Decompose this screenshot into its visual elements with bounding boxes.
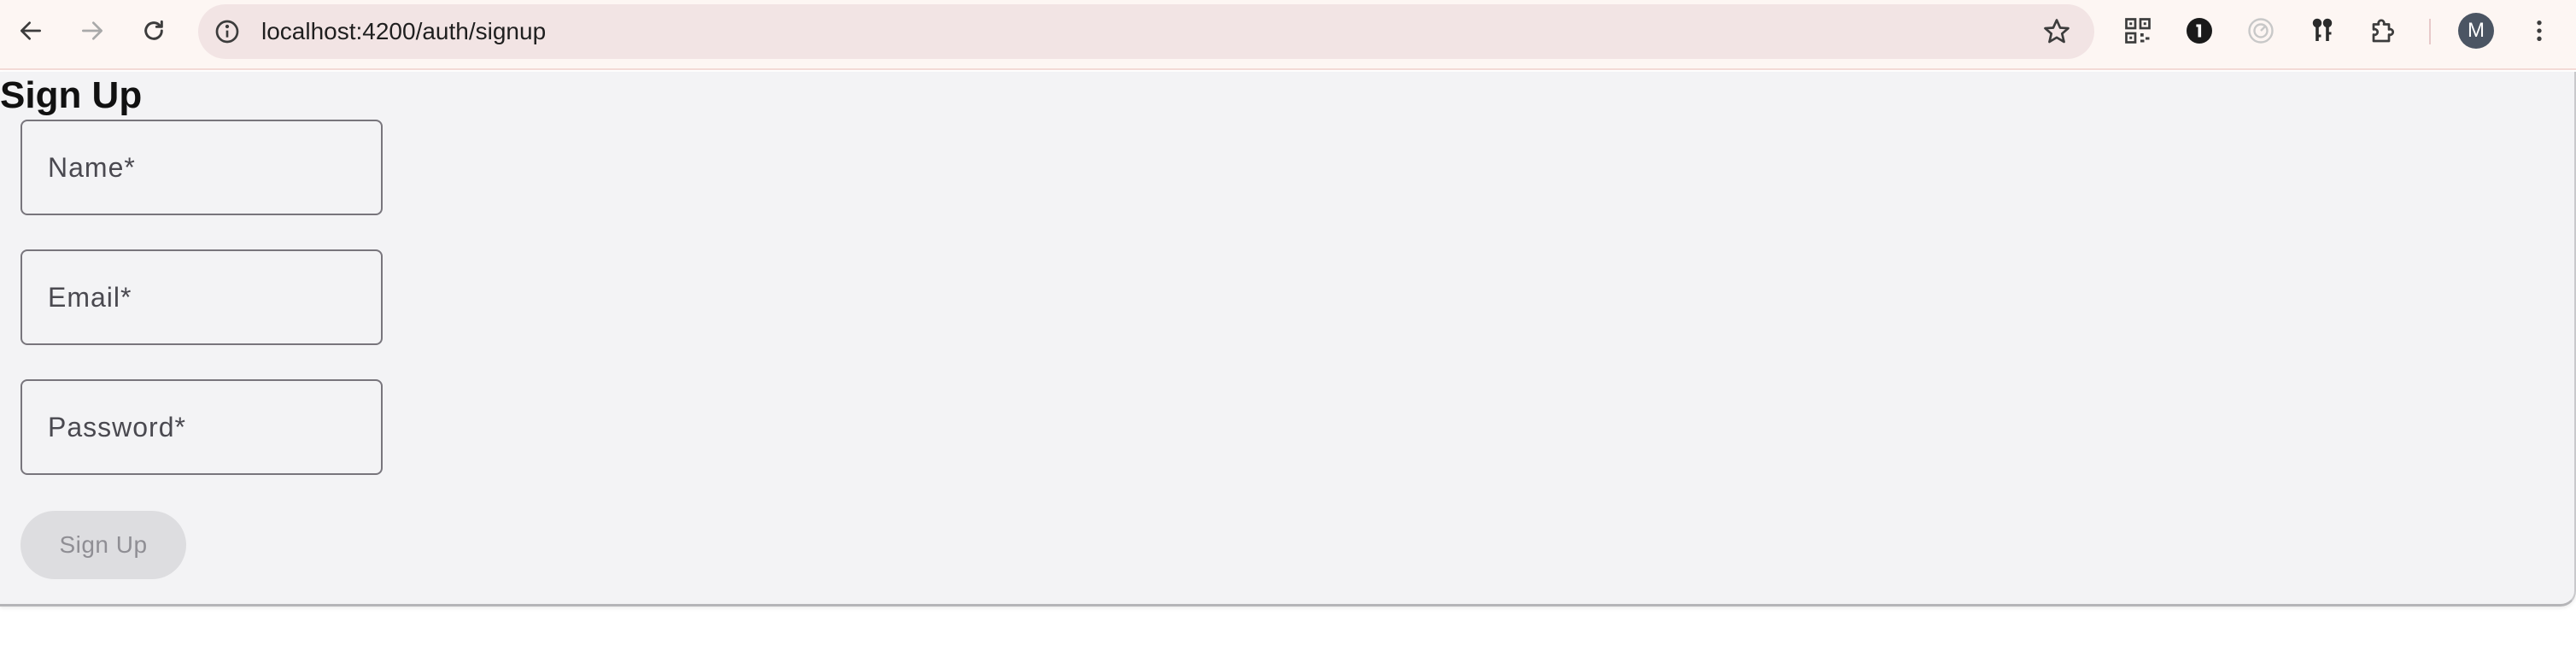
info-icon[interactable]	[214, 18, 241, 45]
page-title: Sign Up	[0, 74, 143, 116]
sign-up-button[interactable]: Sign Up	[20, 511, 186, 579]
address-bar[interactable]: localhost:4200/auth/signup	[198, 4, 2094, 59]
signup-page: Sign Up Sign Up	[0, 72, 2576, 606]
password-input[interactable]	[22, 381, 381, 473]
email-input[interactable]	[22, 251, 381, 343]
arrow-left-icon[interactable]	[12, 12, 50, 50]
name-input[interactable]	[22, 121, 381, 214]
reload-icon[interactable]	[135, 12, 173, 50]
name-field[interactable]	[20, 120, 383, 215]
toolbar-divider	[2429, 19, 2431, 44]
star-icon[interactable]	[2041, 16, 2072, 47]
password-manager-icon[interactable]	[2183, 15, 2216, 47]
qr-code-icon[interactable]	[2122, 15, 2154, 47]
more-vert-icon[interactable]	[2521, 13, 2557, 49]
arrow-right-icon	[73, 12, 111, 50]
keys-icon[interactable]	[2306, 15, 2339, 47]
email-field[interactable]	[20, 249, 383, 345]
password-field[interactable]	[20, 379, 383, 475]
avatar[interactable]: M	[2458, 13, 2494, 49]
url-text[interactable]: localhost:4200/auth/signup	[261, 18, 546, 45]
browser-toolbar: localhost:4200/auth/signup M	[0, 0, 2576, 70]
puzzle-icon[interactable]	[2368, 15, 2400, 47]
dial-icon[interactable]	[2245, 15, 2277, 47]
